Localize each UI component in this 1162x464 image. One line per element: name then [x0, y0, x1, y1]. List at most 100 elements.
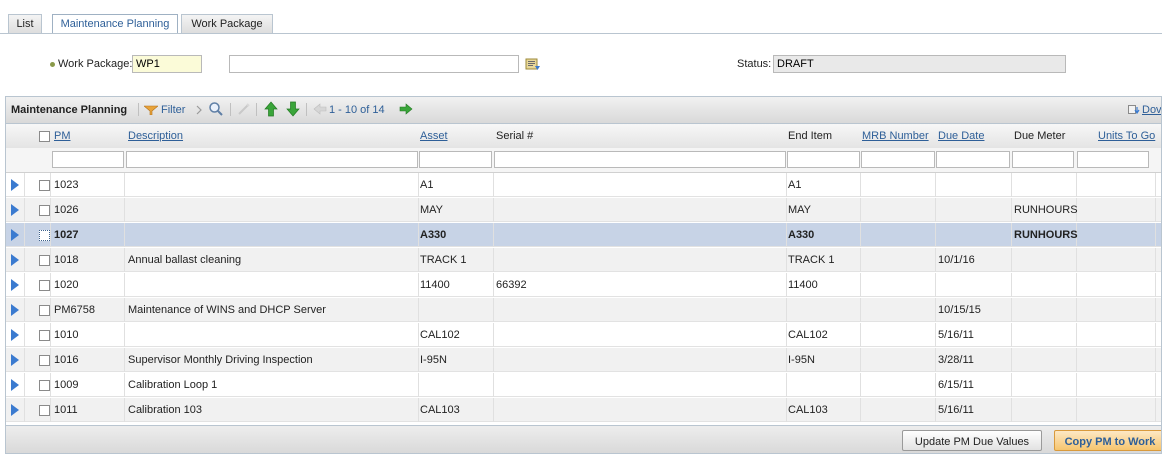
row-select-checkbox[interactable]	[39, 380, 50, 391]
status-field	[773, 55, 1066, 73]
mrb-number-filter-input[interactable]	[861, 151, 935, 168]
work-package-input[interactable]	[132, 55, 202, 73]
column-divider	[1011, 398, 1012, 422]
expand-row-arrow-icon[interactable]	[11, 304, 19, 316]
due-meter-filter-input[interactable]	[1012, 151, 1074, 168]
pm-cell[interactable]: 1016	[54, 354, 78, 366]
filter-row	[6, 148, 1161, 173]
column-divider	[50, 348, 51, 372]
column-header-pm[interactable]: PM	[54, 130, 71, 142]
work-package-description-input[interactable]	[229, 55, 519, 73]
column-divider	[493, 373, 494, 397]
description-cell: Calibration 103	[128, 404, 202, 416]
column-header-mrb-number[interactable]: MRB Number	[862, 130, 929, 142]
end-item-cell: MAY	[788, 204, 812, 216]
clear-filter-icon[interactable]	[237, 102, 251, 116]
due-date-filter-input[interactable]	[936, 151, 1010, 168]
pm-cell[interactable]: PM6758	[54, 304, 95, 316]
column-header-due-date[interactable]: Due Date	[938, 130, 984, 142]
table-row[interactable]: 1020 11400 66392 11400	[6, 273, 1161, 297]
pm-cell[interactable]: 1010	[54, 329, 78, 341]
column-header-serial[interactable]: Serial #	[496, 130, 533, 142]
search-icon[interactable]	[208, 101, 224, 117]
expand-row-arrow-icon[interactable]	[11, 254, 19, 266]
tab-work-package[interactable]: Work Package	[181, 14, 273, 34]
tab-list[interactable]: List	[8, 14, 42, 34]
pm-cell[interactable]: 1026	[54, 204, 78, 216]
column-divider	[418, 223, 419, 247]
description-filter-input[interactable]	[126, 151, 418, 168]
table-row[interactable]: 1009 Calibration Loop 1 6/15/11	[6, 373, 1161, 397]
row-select-checkbox[interactable]	[39, 405, 50, 416]
column-header-description[interactable]: Description	[128, 130, 183, 142]
column-header-asset[interactable]: Asset	[420, 130, 448, 142]
row-select-checkbox[interactable]	[39, 280, 50, 291]
table-row[interactable]: 1026 MAY MAY RUNHOURS	[6, 198, 1161, 222]
column-divider	[124, 348, 125, 372]
units-to-go-filter-input[interactable]	[1077, 151, 1149, 168]
table-row[interactable]: 1010 CAL102 CAL102 5/16/11	[6, 323, 1161, 347]
update-pm-due-values-button[interactable]: Update PM Due Values	[902, 430, 1042, 451]
table-footer: Update PM Due Values Copy PM to Work	[6, 425, 1161, 453]
pm-cell[interactable]: 1023	[54, 179, 78, 191]
pm-cell[interactable]: 1020	[54, 279, 78, 291]
expand-row-arrow-icon[interactable]	[11, 204, 19, 216]
column-divider	[418, 298, 419, 322]
table-row[interactable]: 1023 A1 A1	[6, 173, 1161, 197]
pm-cell[interactable]: 1027	[54, 229, 78, 241]
column-header-due-meter[interactable]: Due Meter	[1014, 130, 1065, 142]
pm-cell[interactable]: 1011	[54, 404, 78, 416]
row-select-checkbox[interactable]	[39, 255, 50, 266]
column-divider	[1011, 173, 1012, 197]
expand-row-arrow-icon[interactable]	[11, 229, 19, 241]
column-divider	[935, 373, 936, 397]
column-divider	[1155, 248, 1156, 272]
expand-row-arrow-icon[interactable]	[11, 379, 19, 391]
description-cell: Maintenance of WINS and DHCP Server	[128, 304, 326, 316]
column-divider	[124, 323, 125, 347]
pm-cell[interactable]: 1009	[54, 379, 78, 391]
row-select-checkbox[interactable]	[39, 355, 50, 366]
description-cell: Annual ballast cleaning	[128, 254, 242, 266]
detail-menu-icon[interactable]	[525, 57, 541, 71]
column-header-end-item[interactable]: End Item	[788, 130, 832, 142]
copy-pm-to-work-button[interactable]: Copy PM to Work	[1054, 430, 1161, 451]
asset-filter-input[interactable]	[419, 151, 492, 168]
tab-maintenance-planning[interactable]: Maintenance Planning	[52, 14, 178, 35]
pm-cell[interactable]: 1018	[54, 254, 78, 266]
table-row[interactable]: 1027 A330 A330 RUNHOURS	[6, 223, 1161, 247]
expand-row-arrow-icon[interactable]	[11, 404, 19, 416]
expand-row-arrow-icon[interactable]	[11, 329, 19, 341]
column-divider	[24, 198, 25, 222]
expand-row-arrow-icon[interactable]	[11, 354, 19, 366]
row-select-checkbox[interactable]	[39, 205, 50, 216]
download-icon[interactable]	[1128, 105, 1140, 115]
row-select-checkbox[interactable]	[39, 305, 50, 316]
filter-button[interactable]: Filter	[161, 104, 185, 116]
asset-cell: CAL103	[420, 404, 460, 416]
arrow-up-icon[interactable]	[264, 101, 278, 117]
row-select-checkbox[interactable]	[39, 330, 50, 341]
arrow-down-icon[interactable]	[286, 101, 300, 117]
column-divider	[418, 323, 419, 347]
asset-cell: TRACK 1	[420, 254, 467, 266]
expand-row-arrow-icon[interactable]	[11, 279, 19, 291]
column-header-units-to-go[interactable]: Units To Go	[1098, 130, 1155, 142]
table-row[interactable]: 1018 Annual ballast cleaning TRACK 1 TRACK …	[6, 248, 1161, 272]
next-page-icon[interactable]	[399, 103, 413, 115]
table-row[interactable]: 1016 Supervisor Monthly Driving Inspectio…	[6, 348, 1161, 372]
select-all-checkbox[interactable]	[39, 131, 50, 142]
table-row[interactable]: PM6758 Maintenance of WINS and DHCP Serve…	[6, 298, 1161, 322]
serial-filter-input[interactable]	[494, 151, 786, 168]
column-divider	[1076, 273, 1077, 297]
filter-icon[interactable]	[144, 105, 158, 115]
status-label: Status:	[737, 58, 772, 70]
expand-row-arrow-icon[interactable]	[11, 179, 19, 191]
download-link[interactable]: Dov	[1142, 104, 1161, 116]
previous-page-icon[interactable]	[313, 103, 327, 115]
pm-filter-input[interactable]	[52, 151, 124, 168]
row-select-checkbox[interactable]	[39, 180, 50, 191]
end-item-filter-input[interactable]	[787, 151, 860, 168]
table-row[interactable]: 1011 Calibration 103 CAL103 CAL103 5/16/11	[6, 398, 1161, 422]
row-select-checkbox[interactable]	[39, 230, 50, 241]
